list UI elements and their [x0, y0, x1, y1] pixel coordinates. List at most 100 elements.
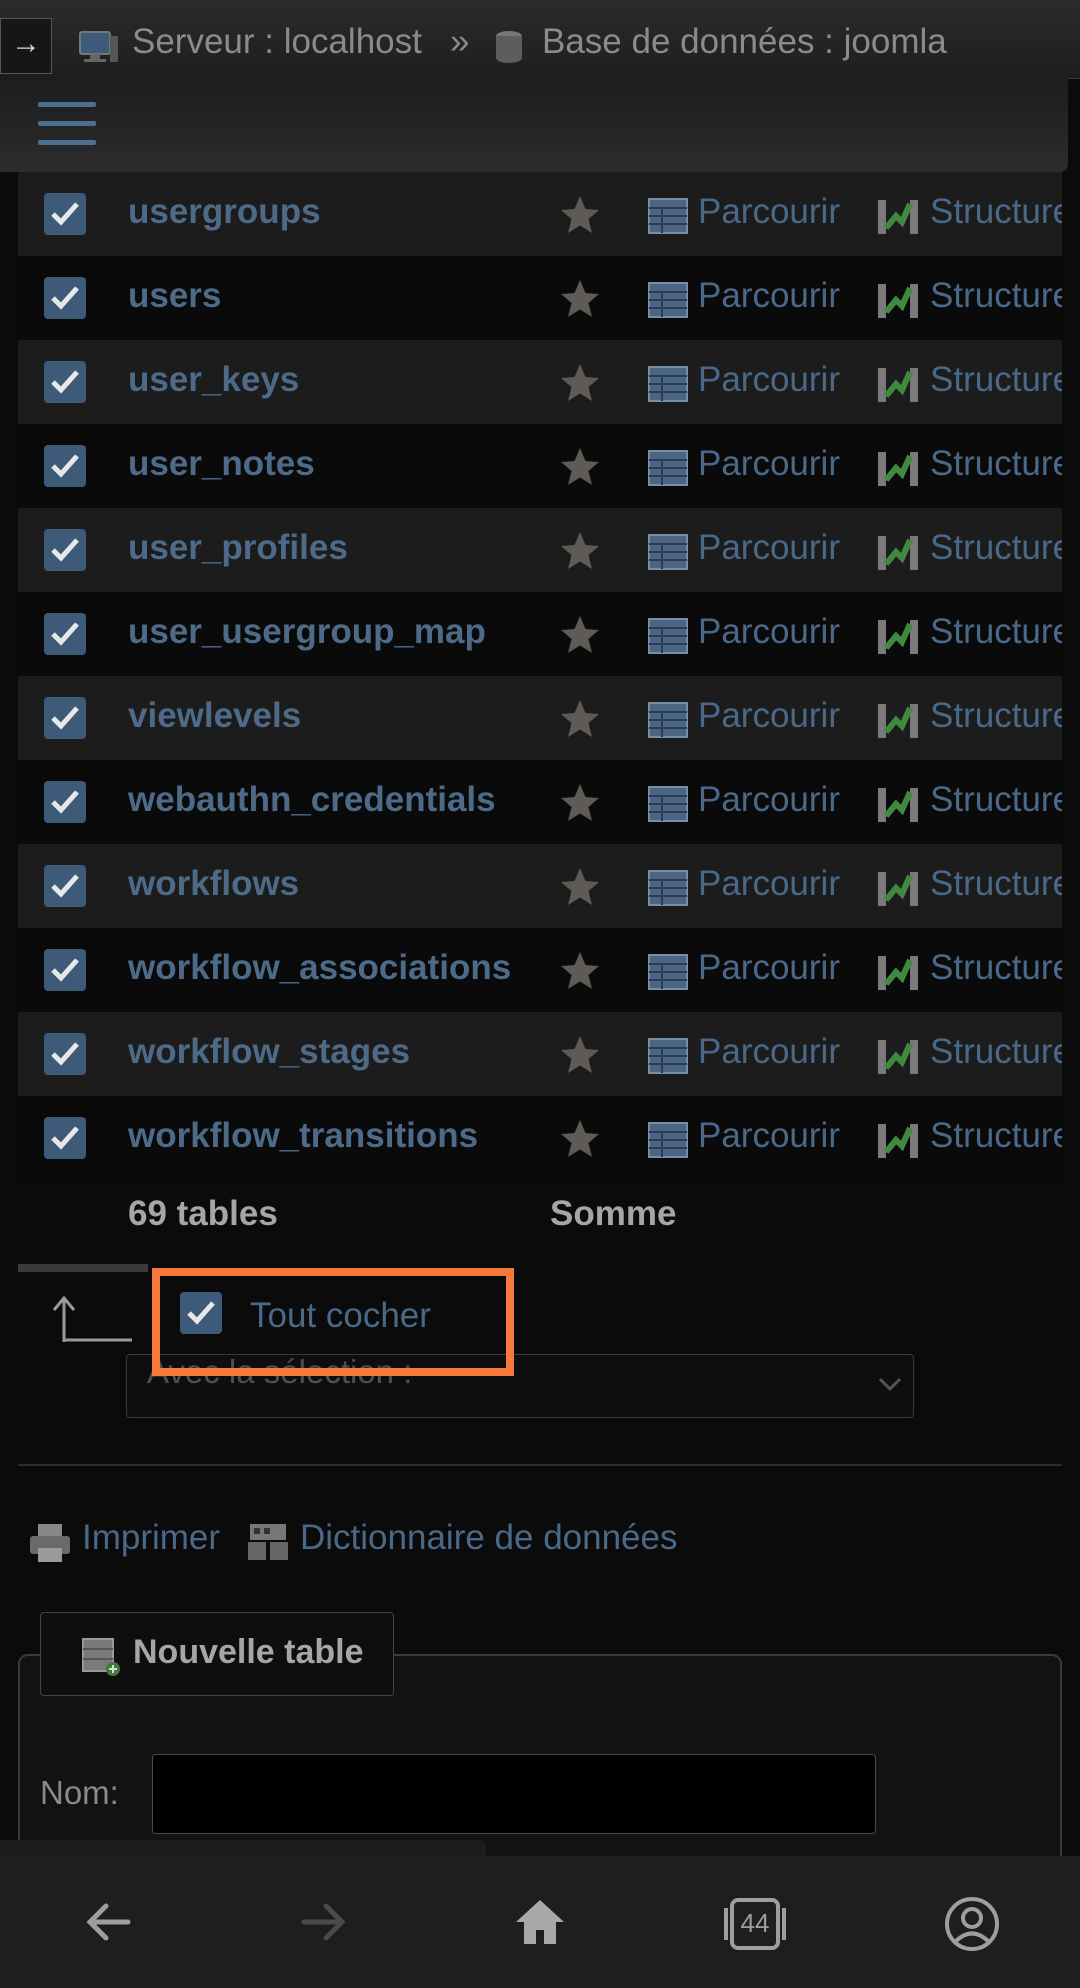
browse-link[interactable]: Parcourir: [698, 276, 840, 316]
table-row: users Parcourir Structure: [18, 256, 1062, 340]
horizontal-scrollbar[interactable]: [18, 1264, 148, 1272]
table-name-link[interactable]: workflow_associations: [128, 948, 511, 988]
structure-icon: [876, 1036, 920, 1081]
row-checkbox[interactable]: [44, 277, 86, 319]
structure-icon: [876, 1120, 920, 1165]
row-checkbox[interactable]: [44, 865, 86, 907]
favorite-star-icon[interactable]: [558, 866, 602, 913]
table-name-link[interactable]: workflows: [128, 864, 299, 904]
favorite-star-icon[interactable]: [558, 1034, 602, 1081]
tabs-icon[interactable]: 44: [722, 1896, 788, 1957]
structure-link[interactable]: Structure: [930, 192, 1062, 232]
structure-icon: [876, 700, 920, 745]
browse-link[interactable]: Parcourir: [698, 1032, 840, 1072]
structure-link[interactable]: Structure: [930, 1116, 1062, 1156]
table-name-link[interactable]: usergroups: [128, 192, 321, 232]
account-icon[interactable]: [944, 1896, 1000, 1957]
table-name-link[interactable]: user_profiles: [128, 528, 348, 568]
favorite-star-icon[interactable]: [558, 950, 602, 997]
structure-link[interactable]: Structure: [930, 360, 1062, 400]
structure-icon: [876, 364, 920, 409]
row-checkbox[interactable]: [44, 949, 86, 991]
data-dictionary-icon: [246, 1520, 290, 1571]
structure-link[interactable]: Structure: [930, 864, 1062, 904]
browser-nav-bar: 44: [0, 1856, 1080, 1988]
browse-link[interactable]: Parcourir: [698, 948, 840, 988]
structure-link[interactable]: Structure: [930, 696, 1062, 736]
breadcrumb-bar: → Serveur : localhost » Base de données …: [0, 0, 1080, 79]
browse-icon: [648, 450, 688, 491]
table-name-link[interactable]: user_notes: [128, 444, 315, 484]
row-checkbox[interactable]: [44, 1033, 86, 1075]
browse-link[interactable]: Parcourir: [698, 696, 840, 736]
row-checkbox[interactable]: [44, 529, 86, 571]
browse-icon: [648, 1038, 688, 1079]
row-checkbox[interactable]: [44, 193, 86, 235]
browse-link[interactable]: Parcourir: [698, 864, 840, 904]
row-checkbox[interactable]: [44, 781, 86, 823]
table-row: user_keys Parcourir Structure: [18, 340, 1062, 424]
table-count: 69 tables: [128, 1194, 278, 1233]
breadcrumb-server-link[interactable]: Serveur : localhost: [132, 22, 422, 62]
print-link[interactable]: Imprimer: [82, 1518, 220, 1558]
table-name-link[interactable]: user_usergroup_map: [128, 612, 486, 652]
favorite-star-icon[interactable]: [558, 446, 602, 493]
new-table-button[interactable]: Nouvelle table: [40, 1612, 394, 1696]
breadcrumb-database-link[interactable]: Base de données : joomla: [542, 22, 947, 62]
collapse-navigation-button[interactable]: →: [0, 18, 52, 74]
back-arrow-icon[interactable]: [82, 1896, 134, 1953]
home-icon[interactable]: [512, 1896, 568, 1953]
structure-icon: [876, 280, 920, 325]
table-name-link[interactable]: webauthn_credentials: [128, 780, 496, 820]
structure-link[interactable]: Structure: [930, 528, 1062, 568]
structure-link[interactable]: Structure: [930, 780, 1062, 820]
favorite-star-icon[interactable]: [558, 362, 602, 409]
printer-icon: [28, 1522, 72, 1573]
favorite-star-icon[interactable]: [558, 1118, 602, 1165]
table-name-link[interactable]: workflow_stages: [128, 1032, 410, 1072]
structure-link[interactable]: Structure: [930, 948, 1062, 988]
table-row: user_profiles Parcourir Structure: [18, 508, 1062, 592]
structure-link[interactable]: Structure: [930, 444, 1062, 484]
browse-icon: [648, 1122, 688, 1163]
table-name-input[interactable]: [152, 1754, 876, 1834]
row-checkbox[interactable]: [44, 445, 86, 487]
structure-icon: [876, 448, 920, 493]
browse-link[interactable]: Parcourir: [698, 1116, 840, 1156]
new-table-label: Nouvelle table: [133, 1633, 364, 1671]
structure-link[interactable]: Structure: [930, 612, 1062, 652]
table-name-link[interactable]: users: [128, 276, 221, 316]
favorite-star-icon[interactable]: [558, 698, 602, 745]
row-checkbox[interactable]: [44, 361, 86, 403]
table-name-link[interactable]: workflow_transitions: [128, 1116, 478, 1156]
favorite-star-icon[interactable]: [558, 782, 602, 829]
favorite-star-icon[interactable]: [558, 278, 602, 325]
forward-arrow-icon[interactable]: [298, 1896, 350, 1953]
browse-link[interactable]: Parcourir: [698, 528, 840, 568]
browse-link[interactable]: Parcourir: [698, 780, 840, 820]
table-name-link[interactable]: viewlevels: [128, 696, 301, 736]
table-row: viewlevels Parcourir Structure: [18, 676, 1062, 760]
table-name-link[interactable]: user_keys: [128, 360, 299, 400]
favorite-star-icon[interactable]: [558, 194, 602, 241]
browse-icon: [648, 870, 688, 911]
browse-link[interactable]: Parcourir: [698, 192, 840, 232]
structure-link[interactable]: Structure: [930, 1032, 1062, 1072]
browse-link[interactable]: Parcourir: [698, 612, 840, 652]
structure-link[interactable]: Structure: [930, 276, 1062, 316]
browse-link[interactable]: Parcourir: [698, 444, 840, 484]
menu-bar: [0, 78, 1068, 172]
data-dictionary-link[interactable]: Dictionnaire de données: [300, 1518, 677, 1558]
hamburger-menu-icon[interactable]: [38, 102, 96, 148]
server-icon: [78, 30, 120, 69]
browse-icon: [648, 618, 688, 659]
row-checkbox[interactable]: [44, 697, 86, 739]
table-row: workflow_transitions Parcourir Structure: [18, 1096, 1062, 1180]
favorite-star-icon[interactable]: [558, 530, 602, 577]
browse-icon: [648, 366, 688, 407]
row-checkbox[interactable]: [44, 613, 86, 655]
browse-icon: [648, 534, 688, 575]
row-checkbox[interactable]: [44, 1117, 86, 1159]
browse-link[interactable]: Parcourir: [698, 360, 840, 400]
favorite-star-icon[interactable]: [558, 614, 602, 661]
